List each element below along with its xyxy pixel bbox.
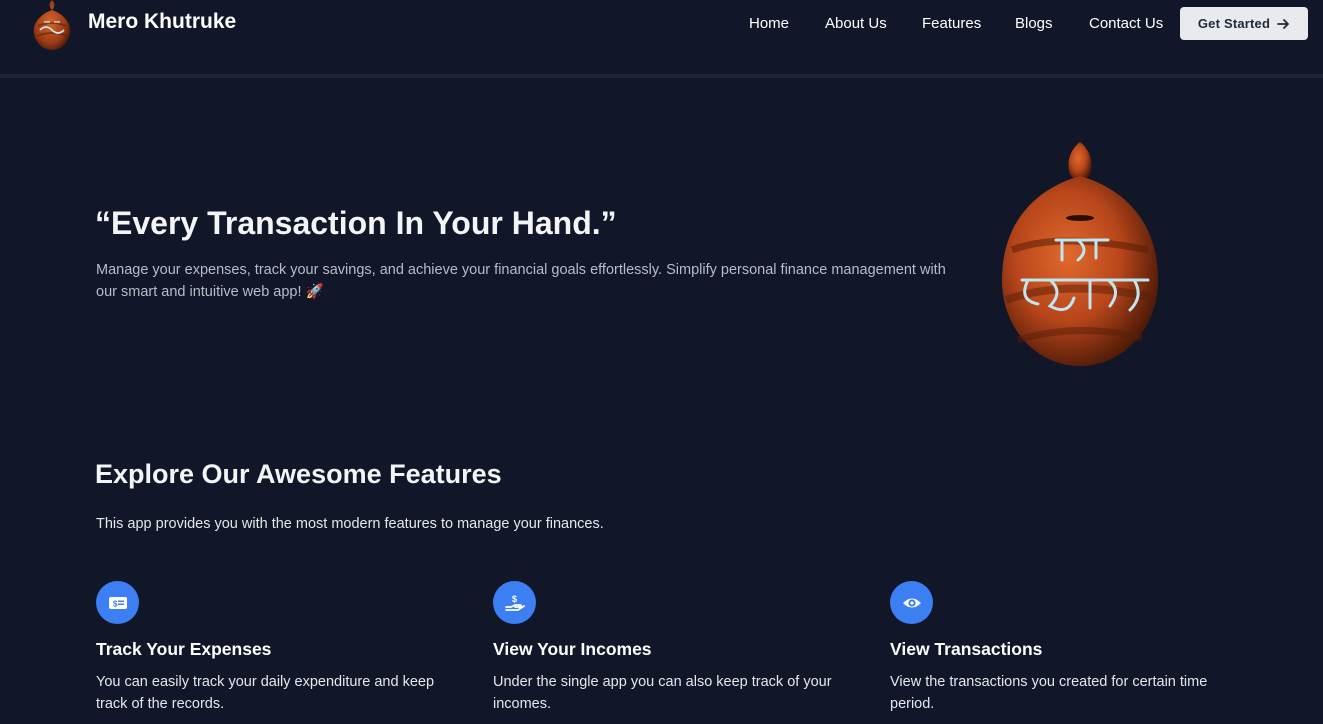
feature-card-transactions: View Transactions View the transactions … [890,581,1230,715]
feature-card-incomes: $ View Your Incomes Under the single app… [493,581,833,715]
feature-title: View Your Incomes [493,639,652,659]
svg-text:$: $ [113,599,118,608]
khutruke-logo-icon [33,0,71,50]
site-header: Mero Khutruke Home About Us Features Blo… [0,0,1323,78]
feature-title: View Transactions [890,639,1043,659]
get-started-button[interactable]: Get Started [1180,7,1308,40]
brand-name: Mero Khutruke [88,10,237,33]
feature-description: You can easily track your daily expendit… [96,674,435,712]
nav-contact-us[interactable]: Contact Us [1089,15,1163,32]
hero-title: “Every Transaction In Your Hand.” [95,205,617,241]
hero-description: Manage your expenses, track your savings… [96,262,946,300]
nav-blogs[interactable]: Blogs [1015,15,1053,32]
feature-card-expenses: $ Track Your Expenses You can easily tra… [96,581,436,715]
feature-description: View the transactions you created for ce… [890,674,1208,712]
khutruke-pot-image [1002,142,1158,366]
money-bill-icon: $ [96,581,139,624]
nav-about-us[interactable]: About Us [825,15,887,32]
nav-home[interactable]: Home [749,15,789,32]
features-subtitle: This app provides you with the most mode… [96,516,604,532]
features-title: Explore Our Awesome Features [95,459,502,489]
get-started-label: Get Started [1197,16,1271,31]
hand-dollar-icon: $ [493,581,536,624]
feature-description: Under the single app you can also keep t… [493,674,832,712]
eye-icon [890,581,933,624]
nav-features[interactable]: Features [922,15,981,32]
svg-text:$: $ [512,594,517,604]
brand-link[interactable]: Mero Khutruke [30,0,236,52]
feature-title: Track Your Expenses [96,639,272,659]
arrow-right-icon [1277,18,1290,29]
